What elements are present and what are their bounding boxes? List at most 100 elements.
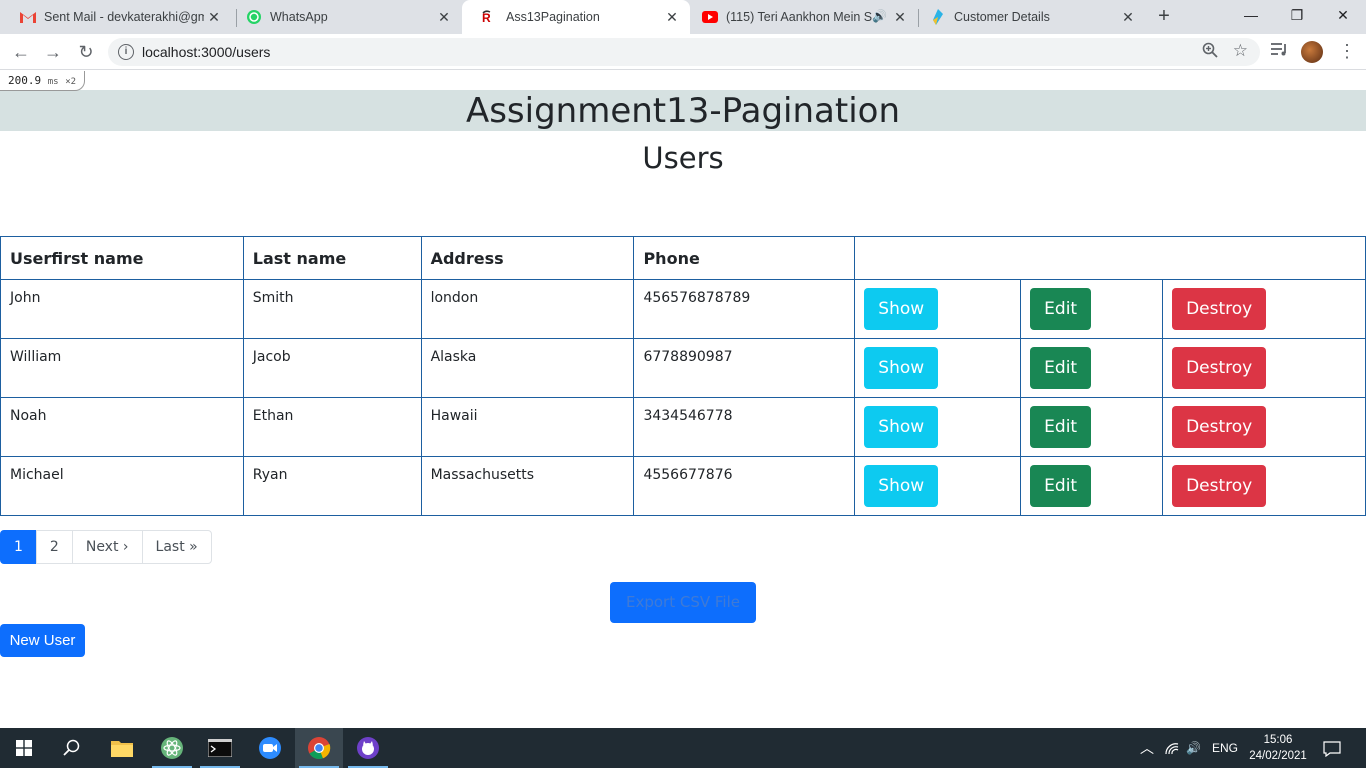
table-row: William Jacob Alaska 6778890987 Show Edi… <box>0 338 1366 398</box>
destroy-button[interactable]: Destroy <box>1172 347 1267 389</box>
cell-destroy: Destroy <box>1162 456 1366 516</box>
cell-show: Show <box>854 456 1022 516</box>
cell-first-name: Michael <box>0 456 244 516</box>
cell-edit: Edit <box>1020 279 1164 339</box>
perf-time: 200.9 <box>8 74 42 87</box>
restore-icon[interactable]: ❐ <box>1274 0 1320 30</box>
windows-start-icon[interactable] <box>0 728 48 768</box>
show-button[interactable]: Show <box>864 347 939 389</box>
edit-button[interactable]: Edit <box>1030 347 1092 389</box>
column-header-phone: Phone <box>633 236 856 280</box>
show-button[interactable]: Show <box>864 406 939 448</box>
page-link-last[interactable]: Last » <box>141 530 212 564</box>
table-row: Noah Ethan Hawaii 3434546778 Show Edit D… <box>0 397 1366 457</box>
url-text: localhost:3000/users <box>142 44 271 60</box>
cell-phone: 456576878789 <box>633 279 856 339</box>
search-icon[interactable] <box>48 728 96 768</box>
profile-avatar[interactable] <box>1301 41 1323 63</box>
address-bar[interactable]: i localhost:3000/users ☆ <box>108 38 1260 66</box>
perf-badge[interactable]: 200.9 ms ×2 <box>0 71 86 91</box>
tab-gmail[interactable]: Sent Mail - devkaterakhi@gma ✕ <box>0 0 232 34</box>
clock-date: 24/02/2021 <box>1249 750 1307 762</box>
page-title: Assignment13-Pagination <box>465 91 901 131</box>
audio-playing-icon[interactable]: 🔊 <box>872 9 887 23</box>
notifications-icon[interactable] <box>1323 728 1341 768</box>
edit-button[interactable]: Edit <box>1030 288 1092 330</box>
page-link-2[interactable]: 2 <box>35 530 73 564</box>
bookmark-star-icon[interactable]: ☆ <box>1233 41 1248 61</box>
tray-expand-icon[interactable]: ︿ <box>1140 728 1154 768</box>
cell-destroy: Destroy <box>1162 338 1366 398</box>
show-button[interactable]: Show <box>864 465 939 507</box>
chrome-icon[interactable] <box>295 728 343 768</box>
terminal-icon[interactable] <box>196 728 244 768</box>
wifi-icon[interactable] <box>1164 728 1180 768</box>
new-tab-button[interactable]: + <box>1152 5 1176 29</box>
media-queue-icon[interactable] <box>1270 41 1288 62</box>
tab-title: Customer Details <box>954 10 1050 24</box>
perf-count: ×2 <box>65 77 77 87</box>
github-desktop-icon[interactable] <box>344 728 392 768</box>
file-explorer-icon[interactable] <box>98 728 146 768</box>
cell-last-name: Jacob <box>242 338 422 398</box>
menu-kebab-icon[interactable]: ⋮ <box>1338 41 1356 62</box>
cell-destroy: Destroy <box>1162 279 1366 339</box>
cell-phone: 4556677876 <box>633 456 856 516</box>
window-close-icon[interactable]: ✕ <box>1320 0 1366 30</box>
cell-first-name: William <box>0 338 244 398</box>
close-tab-icon[interactable]: ✕ <box>664 9 680 25</box>
browser-tab-strip: Sent Mail - devkaterakhi@gma ✕ WhatsApp … <box>0 0 1366 34</box>
cell-show: Show <box>854 279 1022 339</box>
show-button[interactable]: Show <box>864 288 939 330</box>
tab-title: (115) Teri Aankhon Mein S <box>726 10 873 24</box>
volume-icon[interactable]: 🔊 <box>1186 728 1201 768</box>
destroy-button[interactable]: Destroy <box>1172 465 1267 507</box>
info-icon[interactable]: i <box>118 44 134 60</box>
cell-phone: 6778890987 <box>633 338 856 398</box>
close-tab-icon[interactable]: ✕ <box>892 9 908 25</box>
destroy-button[interactable]: Destroy <box>1172 288 1267 330</box>
edit-button[interactable]: Edit <box>1030 406 1092 448</box>
close-tab-icon[interactable]: ✕ <box>436 9 452 25</box>
cell-address: london <box>420 279 635 339</box>
rails-icon: R <box>482 9 498 25</box>
page-link-next[interactable]: Next › <box>71 530 143 564</box>
tab-title: WhatsApp <box>270 10 328 24</box>
site-icon <box>930 9 946 25</box>
clock[interactable]: 15:06 24/02/2021 <box>1246 732 1310 764</box>
tab-ass13pagination[interactable]: R Ass13Pagination ✕ <box>462 0 690 34</box>
reload-icon[interactable]: ↻ <box>74 40 98 64</box>
column-header-first-name: Userfirst name <box>0 236 244 280</box>
tab-title: Sent Mail - devkaterakhi@gma <box>44 10 204 24</box>
cell-address: Massachusetts <box>420 456 635 516</box>
column-header-address: Address <box>420 236 635 280</box>
page-link-1[interactable]: 1 <box>0 530 37 564</box>
close-tab-icon[interactable]: ✕ <box>206 9 222 25</box>
cell-last-name: Smith <box>242 279 422 339</box>
table-row: Michael Ryan Massachusetts 4556677876 Sh… <box>0 456 1366 516</box>
edit-button[interactable]: Edit <box>1030 465 1092 507</box>
close-tab-icon[interactable]: ✕ <box>1120 9 1136 25</box>
new-user-button[interactable]: New User <box>0 624 85 657</box>
cell-first-name: John <box>0 279 244 339</box>
tab-youtube[interactable]: (115) Teri Aankhon Mein S 🔊 ✕ <box>682 0 918 34</box>
tab-whatsapp[interactable]: WhatsApp ✕ <box>226 0 462 34</box>
tab-customer-details[interactable]: Customer Details ✕ <box>910 0 1146 34</box>
users-table: Userfirst name Last name Address Phone J… <box>0 236 1366 516</box>
atom-editor-icon[interactable] <box>148 728 196 768</box>
cell-address: Alaska <box>420 338 635 398</box>
back-icon[interactable]: ← <box>9 40 33 64</box>
cell-address: Hawaii <box>420 397 635 457</box>
export-csv-button[interactable]: Export CSV File <box>610 582 756 623</box>
perf-unit: ms <box>47 77 59 87</box>
gmail-icon <box>20 9 36 25</box>
forward-icon[interactable]: → <box>41 40 65 64</box>
cell-last-name: Ryan <box>242 456 422 516</box>
zoom-app-icon[interactable] <box>246 728 294 768</box>
language-indicator[interactable]: ENG <box>1212 728 1238 768</box>
youtube-icon <box>702 9 718 25</box>
destroy-button[interactable]: Destroy <box>1172 406 1267 448</box>
cell-last-name: Ethan <box>242 397 422 457</box>
zoom-icon[interactable] <box>1202 42 1218 62</box>
minimize-icon[interactable]: — <box>1228 0 1274 30</box>
